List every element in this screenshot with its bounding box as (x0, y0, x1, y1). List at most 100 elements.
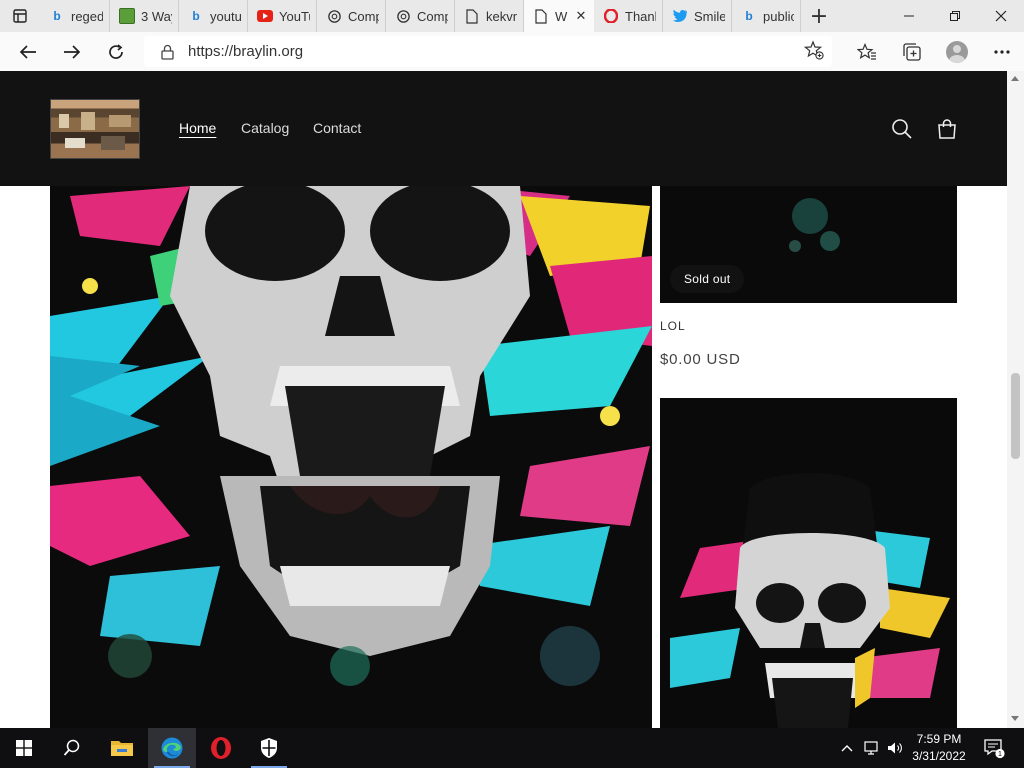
tab-9[interactable]: Smile (663, 0, 732, 32)
tab-2[interactable]: b youtu (179, 0, 248, 32)
store-logo[interactable] (50, 99, 140, 159)
back-button[interactable] (6, 32, 50, 71)
tab-8[interactable]: Thank (594, 0, 663, 32)
network-icon (864, 741, 878, 755)
minecraft-icon (119, 8, 135, 24)
scrollbar-thumb[interactable] (1011, 373, 1020, 459)
windows-taskbar: 7:59 PM 3/31/2022 1 (0, 728, 1024, 768)
search-button[interactable] (890, 117, 914, 141)
product-title[interactable]: LOL (660, 319, 686, 333)
show-hidden-icons-button[interactable] (838, 728, 856, 768)
favorites-button[interactable] (844, 32, 889, 71)
page-viewport: Home Catalog Contact Sold out LOL $0.00 … (0, 71, 1007, 728)
edge-icon (161, 737, 183, 759)
bing-icon: b (53, 9, 61, 23)
chatgpt-icon (326, 8, 342, 24)
minimize-icon (904, 15, 914, 17)
clock-time: 7:59 PM (916, 732, 962, 746)
refresh-button[interactable] (94, 32, 138, 71)
opera-icon (603, 8, 619, 24)
security-taskbar-button[interactable] (245, 728, 293, 768)
nav-home[interactable]: Home (179, 120, 216, 136)
notification-count: 1 (998, 751, 1002, 758)
edge-taskbar-button[interactable] (148, 728, 196, 768)
tab-5[interactable]: Comp (386, 0, 455, 32)
url-text[interactable]: https://braylin.org (188, 43, 303, 60)
address-bar[interactable]: https://braylin.org (144, 36, 832, 67)
skull-artwork-image (50, 186, 652, 728)
tab-6[interactable]: kekvn (455, 0, 524, 32)
nav-contact[interactable]: Contact (313, 120, 361, 136)
notifications-button[interactable]: 1 (980, 728, 1008, 768)
close-tab-icon[interactable]: ✕ (574, 8, 588, 24)
sold-out-badge: Sold out (670, 265, 745, 293)
chatgpt-icon (395, 8, 411, 24)
network-tray-button[interactable] (860, 728, 882, 768)
page-icon (533, 8, 549, 24)
search-icon (892, 119, 912, 139)
collections-button[interactable] (889, 32, 934, 71)
forward-button[interactable] (50, 32, 94, 71)
start-button[interactable] (0, 728, 48, 768)
profile-button[interactable] (934, 32, 979, 71)
forward-arrow-icon (64, 44, 81, 59)
restore-icon (950, 11, 960, 21)
tab-4[interactable]: Comp (317, 0, 386, 32)
tab-10[interactable]: b public (732, 0, 801, 32)
toolbar-right (844, 32, 1024, 71)
minimize-button[interactable] (886, 0, 932, 32)
search-taskbar-button[interactable] (48, 728, 96, 768)
collections-icon (902, 42, 921, 61)
tab-0[interactable]: b reged (40, 0, 110, 32)
scroll-up-icon[interactable] (1011, 76, 1019, 81)
page-scrollbar[interactable] (1007, 71, 1024, 728)
close-icon (995, 10, 1007, 22)
notification-icon: 1 (984, 739, 1005, 758)
bing-icon: b (192, 9, 200, 23)
product-image-main[interactable] (50, 186, 652, 728)
taskbar-clock[interactable]: 7:59 PM 3/31/2022 (900, 731, 978, 765)
tab-7-active[interactable]: W ✕ (524, 0, 594, 32)
tab-actions-icon (13, 9, 27, 23)
product-card-image-top[interactable]: Sold out (660, 186, 957, 303)
restore-button[interactable] (932, 0, 978, 32)
tab-actions-button[interactable] (0, 0, 40, 32)
scroll-down-icon[interactable] (1011, 716, 1019, 721)
product-price: $0.00 USD (660, 351, 741, 368)
clock-date: 3/31/2022 (912, 749, 966, 763)
new-tab-button[interactable]: + (801, 0, 837, 32)
product-card-image[interactable] (660, 398, 957, 728)
close-window-button[interactable] (978, 0, 1024, 32)
skull-thumbnail-image (660, 398, 957, 728)
back-arrow-icon (19, 44, 36, 59)
tab-1[interactable]: 3 Way (110, 0, 179, 32)
avatar (945, 40, 968, 63)
add-favorite-icon[interactable] (803, 39, 824, 64)
page-icon (464, 8, 480, 24)
nav-catalog[interactable]: Catalog (241, 120, 289, 136)
cart-button[interactable] (935, 117, 959, 141)
opera-taskbar-button[interactable] (197, 728, 245, 768)
site-header: Home Catalog Contact (0, 71, 1007, 186)
search-icon (63, 739, 80, 756)
refresh-icon (109, 43, 123, 59)
file-explorer-button[interactable] (98, 728, 146, 768)
more-icon (993, 49, 1010, 54)
browser-toolbar: https://braylin.org (0, 32, 1024, 71)
shield-icon (261, 738, 277, 758)
youtube-icon (257, 8, 273, 24)
plus-icon: + (809, 3, 829, 29)
lock-icon[interactable] (158, 44, 176, 60)
bing-icon: b (745, 9, 753, 23)
window-controls (886, 0, 1024, 32)
settings-menu-button[interactable] (979, 32, 1024, 71)
favorites-icon (856, 42, 876, 60)
chevron-up-icon (841, 745, 853, 752)
cart-icon (938, 119, 956, 139)
tab-strip: b reged 3 Way b youtu YouTu Comp Comp ke… (0, 0, 1024, 32)
folder-icon (111, 741, 133, 756)
twitter-icon (672, 8, 688, 24)
windows-logo-icon (16, 740, 32, 756)
tab-3[interactable]: YouTu (248, 0, 317, 32)
opera-icon (211, 737, 231, 759)
